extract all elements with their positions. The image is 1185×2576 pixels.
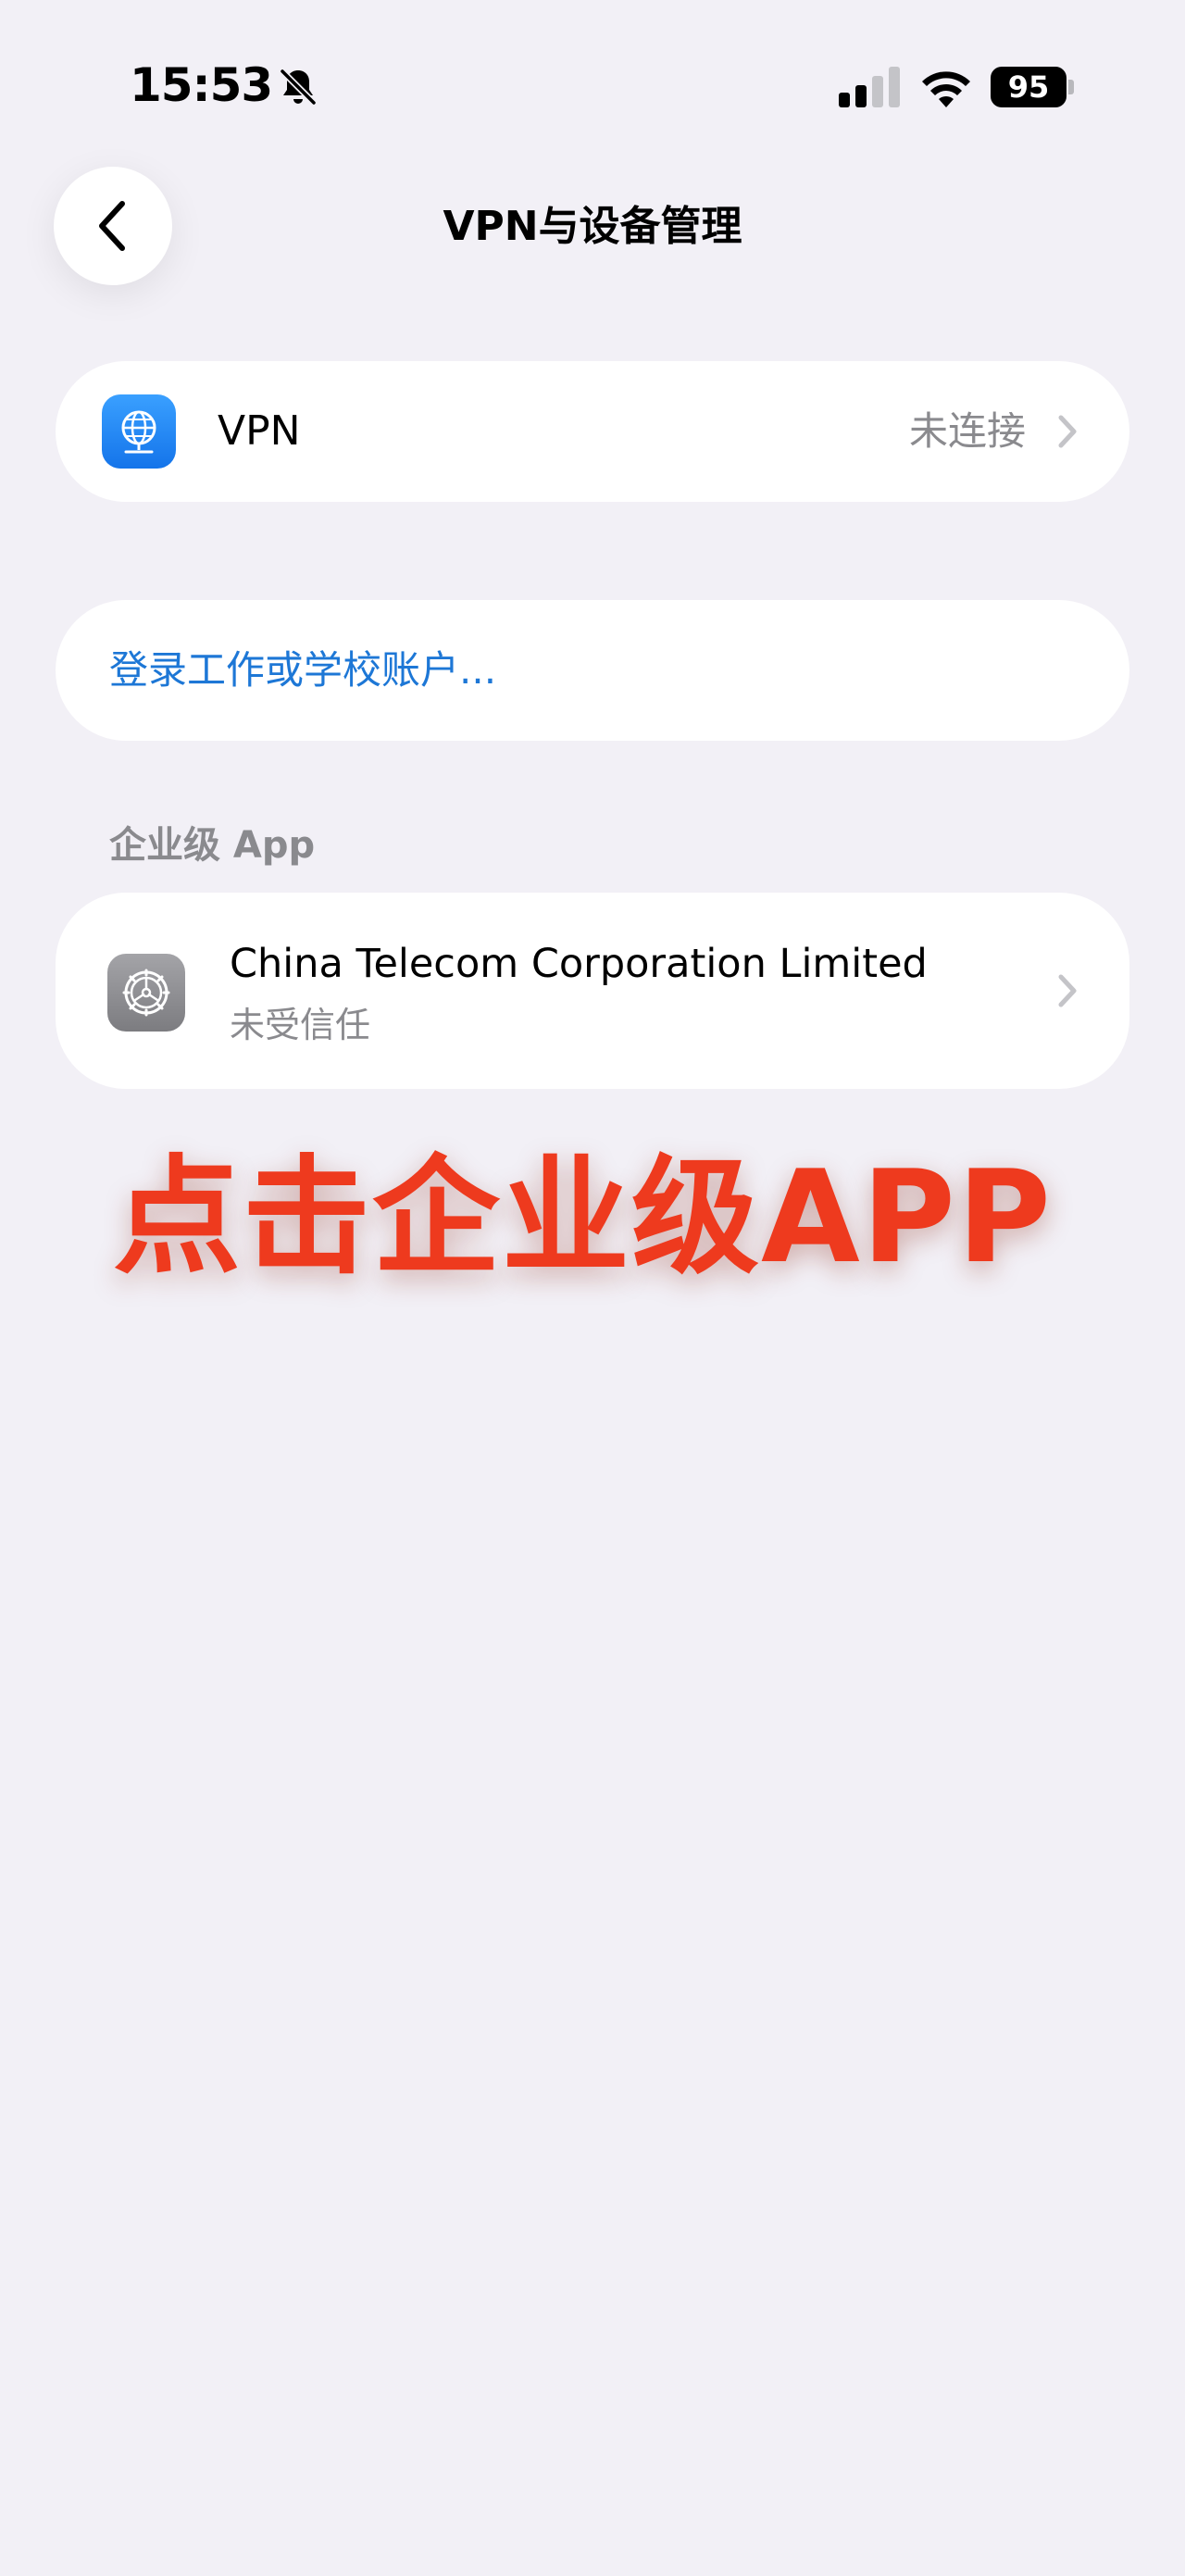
battery-icon: 95	[991, 67, 1078, 107]
page-title: VPN与设备管理	[443, 203, 742, 250]
settings-gear-icon	[107, 954, 185, 1032]
back-button[interactable]	[54, 167, 172, 285]
chevron-right-icon	[1058, 974, 1077, 1007]
chevron-right-icon	[1058, 415, 1077, 448]
enterprise-app-row[interactable]: China Telecom Corporation Limited 未受信任	[56, 893, 1129, 1089]
battery-level: 95	[991, 67, 1066, 107]
cellular-signal-icon	[839, 67, 900, 107]
status-time: 15:53	[130, 58, 273, 112]
enterprise-app-trust-status: 未受信任	[230, 1005, 371, 1045]
chevron-left-icon	[99, 201, 125, 251]
wifi-icon	[922, 71, 970, 107]
vpn-status: 未连接	[908, 408, 1026, 454]
sign-in-work-school-account-row[interactable]: 登录工作或学校账户...	[56, 600, 1129, 741]
vpn-device-management-screen: 15:53 95 VPN与设备管理 VPN 未连接 登录工作或学校账户... 企…	[0, 0, 1185, 2576]
enterprise-app-name: China Telecom Corporation Limited	[230, 941, 928, 987]
enterprise-app-section-header: 企业级 App	[109, 824, 316, 867]
vpn-row[interactable]: VPN 未连接	[56, 361, 1129, 502]
globe-network-icon	[102, 394, 176, 469]
tutorial-annotation-text: 点击企业级APP	[113, 1143, 1054, 1292]
sign-in-work-school-account-label: 登录工作或学校账户...	[109, 647, 497, 693]
bell-slash-icon	[279, 68, 318, 106]
vpn-label: VPN	[218, 407, 301, 455]
battery-tip	[1068, 80, 1074, 94]
